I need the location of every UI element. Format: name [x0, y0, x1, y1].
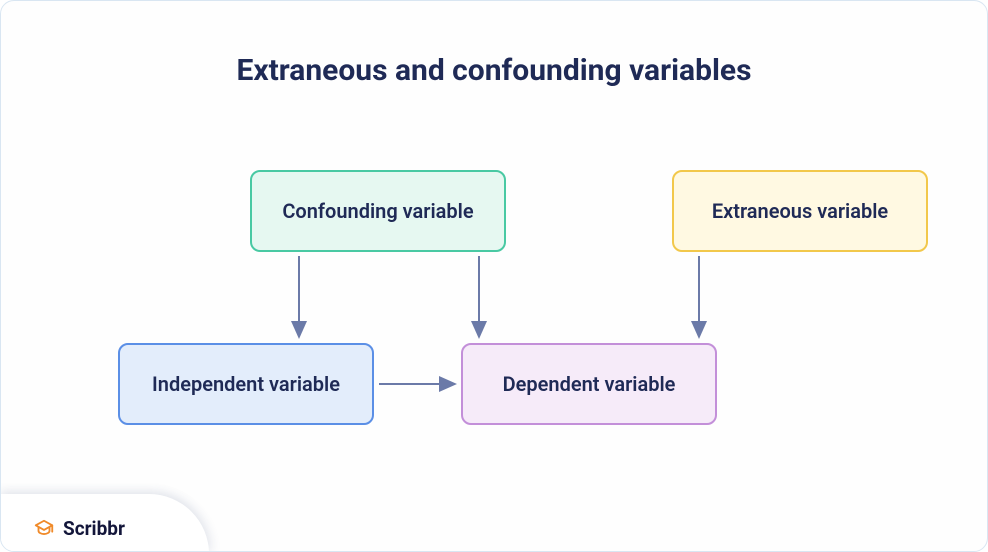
node-extraneous-label: Extraneous variable	[712, 199, 888, 224]
node-confounding-label: Confounding variable	[282, 199, 473, 224]
node-independent-label: Independent variable	[152, 372, 340, 397]
brand-logo-icon	[33, 518, 55, 540]
node-confounding: Confounding variable	[250, 170, 506, 252]
node-dependent: Dependent variable	[461, 343, 717, 425]
node-independent: Independent variable	[118, 343, 374, 425]
brand-name: Scribbr	[63, 517, 125, 540]
diagram-card: Extraneous and confounding variables Con…	[0, 0, 988, 552]
brand-badge: Scribbr	[0, 494, 209, 552]
node-extraneous: Extraneous variable	[672, 170, 928, 252]
node-dependent-label: Dependent variable	[503, 372, 676, 397]
diagram-title: Extraneous and confounding variables	[1, 53, 987, 88]
